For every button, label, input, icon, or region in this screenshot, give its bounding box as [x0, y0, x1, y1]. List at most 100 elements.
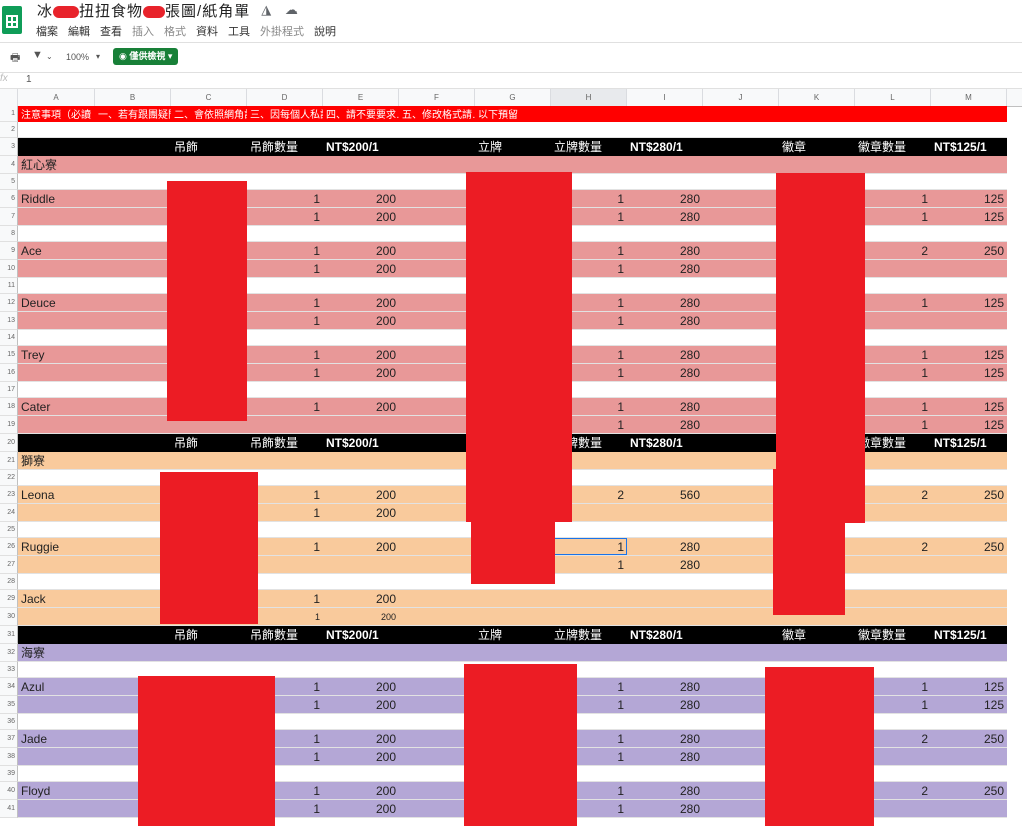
row-number[interactable]: 18 — [0, 398, 18, 416]
value-cell[interactable]: 200 — [323, 260, 399, 277]
column-header-f[interactable]: F — [399, 89, 475, 106]
header-cell[interactable]: 吊飾數量 — [247, 138, 323, 155]
value-cell[interactable]: 125 — [931, 678, 1007, 695]
value-cell[interactable]: 280 — [627, 312, 703, 329]
value-cell[interactable]: 280 — [627, 730, 703, 747]
header-cell[interactable]: 吊飾 — [171, 138, 247, 155]
value-cell[interactable]: 125 — [931, 364, 1007, 381]
column-header-g[interactable]: G — [475, 89, 551, 106]
value-cell[interactable]: 1 — [247, 294, 323, 311]
select-all-corner[interactable] — [0, 89, 18, 106]
value-cell[interactable]: 280 — [627, 416, 703, 433]
value-cell[interactable]: 280 — [627, 782, 703, 799]
character-name[interactable]: Cater — [18, 398, 95, 415]
value-cell[interactable]: 250 — [931, 730, 1007, 747]
value-cell[interactable]: 280 — [627, 260, 703, 277]
value-cell[interactable]: 1 — [855, 364, 931, 381]
notice-cell[interactable]: 一、若有跟團疑問 — [95, 106, 171, 121]
row-number[interactable]: 15 — [0, 346, 18, 364]
value-cell[interactable]: 1 — [247, 260, 323, 277]
header-cell[interactable]: NT$125/1 — [931, 138, 1007, 155]
zoom-dropdown-icon[interactable]: ▾ — [96, 52, 100, 61]
value-cell[interactable]: 1 — [247, 590, 323, 607]
notice-cell[interactable]: 五、修改格式請… — [399, 106, 475, 121]
value-cell[interactable]: 1 — [247, 242, 323, 259]
column-header-j[interactable]: J — [703, 89, 779, 106]
row-number[interactable]: 8 — [0, 226, 18, 242]
value-cell[interactable]: 125 — [931, 190, 1007, 207]
row-number[interactable]: 36 — [0, 714, 18, 730]
value-cell[interactable]: 280 — [627, 190, 703, 207]
header-cell[interactable]: 吊飾 — [171, 434, 247, 451]
character-name[interactable]: Ace — [18, 242, 95, 259]
header-cell[interactable]: 立牌數量 — [551, 626, 627, 643]
row-number[interactable]: 2 — [0, 122, 18, 138]
menu-item-5[interactable]: 資料 — [196, 26, 218, 38]
row-number[interactable]: 9 — [0, 242, 18, 260]
header-cell[interactable]: NT$280/1 — [627, 626, 703, 643]
value-cell[interactable]: 1 — [855, 416, 931, 433]
header-cell[interactable]: 徽章數量 — [855, 434, 931, 451]
value-cell[interactable]: 1 — [247, 346, 323, 363]
row-number[interactable]: 25 — [0, 522, 18, 538]
value-cell[interactable]: 200 — [323, 208, 399, 225]
value-cell[interactable]: 250 — [931, 486, 1007, 503]
value-cell[interactable]: 200 — [323, 312, 399, 329]
move-icon[interactable]: ◮ — [261, 2, 271, 17]
character-name[interactable]: Jade — [18, 730, 95, 747]
column-header-c[interactable]: C — [171, 89, 247, 106]
row-number[interactable]: 4 — [0, 156, 18, 174]
value-cell[interactable]: 1 — [247, 398, 323, 415]
character-name[interactable]: Azul — [18, 678, 95, 695]
value-cell[interactable]: 2 — [855, 538, 931, 555]
column-header-i[interactable]: I — [627, 89, 703, 106]
column-header-l[interactable]: L — [855, 89, 931, 106]
value-cell[interactable]: 125 — [931, 696, 1007, 713]
row-number[interactable]: 22 — [0, 470, 18, 486]
character-name[interactable]: Floyd — [18, 782, 95, 799]
header-cell[interactable]: 吊飾數量 — [247, 626, 323, 643]
header-cell[interactable]: 徽章數量 — [855, 138, 931, 155]
header-cell[interactable]: 立牌 — [475, 138, 551, 155]
formula-input[interactable]: 1 — [26, 74, 32, 85]
header-cell[interactable]: NT$125/1 — [931, 434, 1007, 451]
row-number[interactable]: 27 — [0, 556, 18, 574]
row-number[interactable]: 38 — [0, 748, 18, 766]
row-number[interactable]: 6 — [0, 190, 18, 208]
row-number[interactable]: 13 — [0, 312, 18, 330]
row-number[interactable]: 32 — [0, 644, 18, 662]
row-number[interactable]: 41 — [0, 800, 18, 818]
header-cell[interactable]: NT$200/1 — [323, 626, 399, 643]
row-number[interactable]: 5 — [0, 174, 18, 190]
menu-item-7[interactable]: 外掛程式 — [260, 26, 304, 38]
sheets-logo-icon[interactable] — [2, 6, 22, 34]
menu-item-6[interactable]: 工具 — [228, 26, 250, 38]
header-cell[interactable]: NT$200/1 — [323, 434, 399, 451]
column-header-a[interactable]: A — [18, 89, 95, 106]
value-cell[interactable]: 200 — [323, 486, 399, 503]
value-cell[interactable]: 200 — [323, 398, 399, 415]
menu-item-2[interactable]: 查看 — [100, 26, 122, 38]
value-cell[interactable]: 1 — [855, 294, 931, 311]
notice-cell[interactable]: 二、會依照網角計 — [171, 106, 247, 121]
value-cell[interactable]: 280 — [627, 678, 703, 695]
value-cell[interactable]: 250 — [931, 782, 1007, 799]
value-cell[interactable]: 280 — [627, 242, 703, 259]
value-cell[interactable]: 280 — [627, 364, 703, 381]
value-cell[interactable]: 125 — [931, 294, 1007, 311]
value-cell[interactable]: 200 — [323, 242, 399, 259]
value-cell[interactable]: 200 — [323, 782, 399, 799]
value-cell[interactable]: 1 — [247, 190, 323, 207]
value-cell[interactable]: 1 — [247, 312, 323, 329]
value-cell[interactable]: 200 — [323, 730, 399, 747]
header-cell[interactable]: NT$280/1 — [627, 434, 703, 451]
value-cell[interactable]: 1 — [855, 208, 931, 225]
column-header-h[interactable]: H — [551, 89, 627, 106]
value-cell[interactable]: 280 — [627, 208, 703, 225]
value-cell[interactable]: 125 — [931, 208, 1007, 225]
column-header-e[interactable]: E — [323, 89, 399, 106]
value-cell[interactable]: 280 — [627, 294, 703, 311]
row-number[interactable]: 20 — [0, 434, 18, 452]
value-cell[interactable]: 1 — [247, 486, 323, 503]
value-cell[interactable]: 250 — [931, 242, 1007, 259]
